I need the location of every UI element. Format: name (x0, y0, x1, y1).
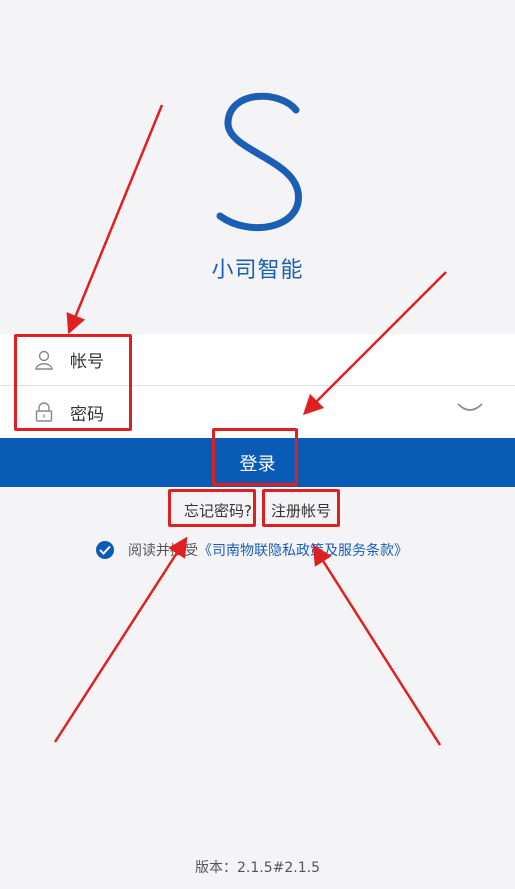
version-text: 版本：2.1.5#2.1.5 (195, 860, 320, 876)
arrow-to-register (312, 544, 442, 746)
password-input[interactable] (120, 392, 440, 432)
arrow-to-fields (66, 104, 164, 335)
agreement-row: 阅读并接受 《司南物联隐私政策及服务条款》 (96, 540, 408, 560)
annotation-box-login (212, 428, 298, 486)
agreement-prefix: 阅读并接受 (128, 543, 198, 559)
app-name: 小司智能 (211, 258, 304, 283)
account-input[interactable] (120, 339, 440, 380)
annotation-box-fields (14, 334, 132, 431)
arrow-to-forgot (53, 536, 188, 743)
eye-closed-icon[interactable] (455, 398, 485, 418)
annotation-box-forgot (168, 489, 256, 527)
privacy-policy-link[interactable]: 《司南物联隐私政策及服务条款》 (198, 540, 408, 560)
check-circle-icon[interactable] (96, 541, 114, 559)
annotation-box-register (262, 489, 340, 527)
app-logo (216, 92, 302, 232)
